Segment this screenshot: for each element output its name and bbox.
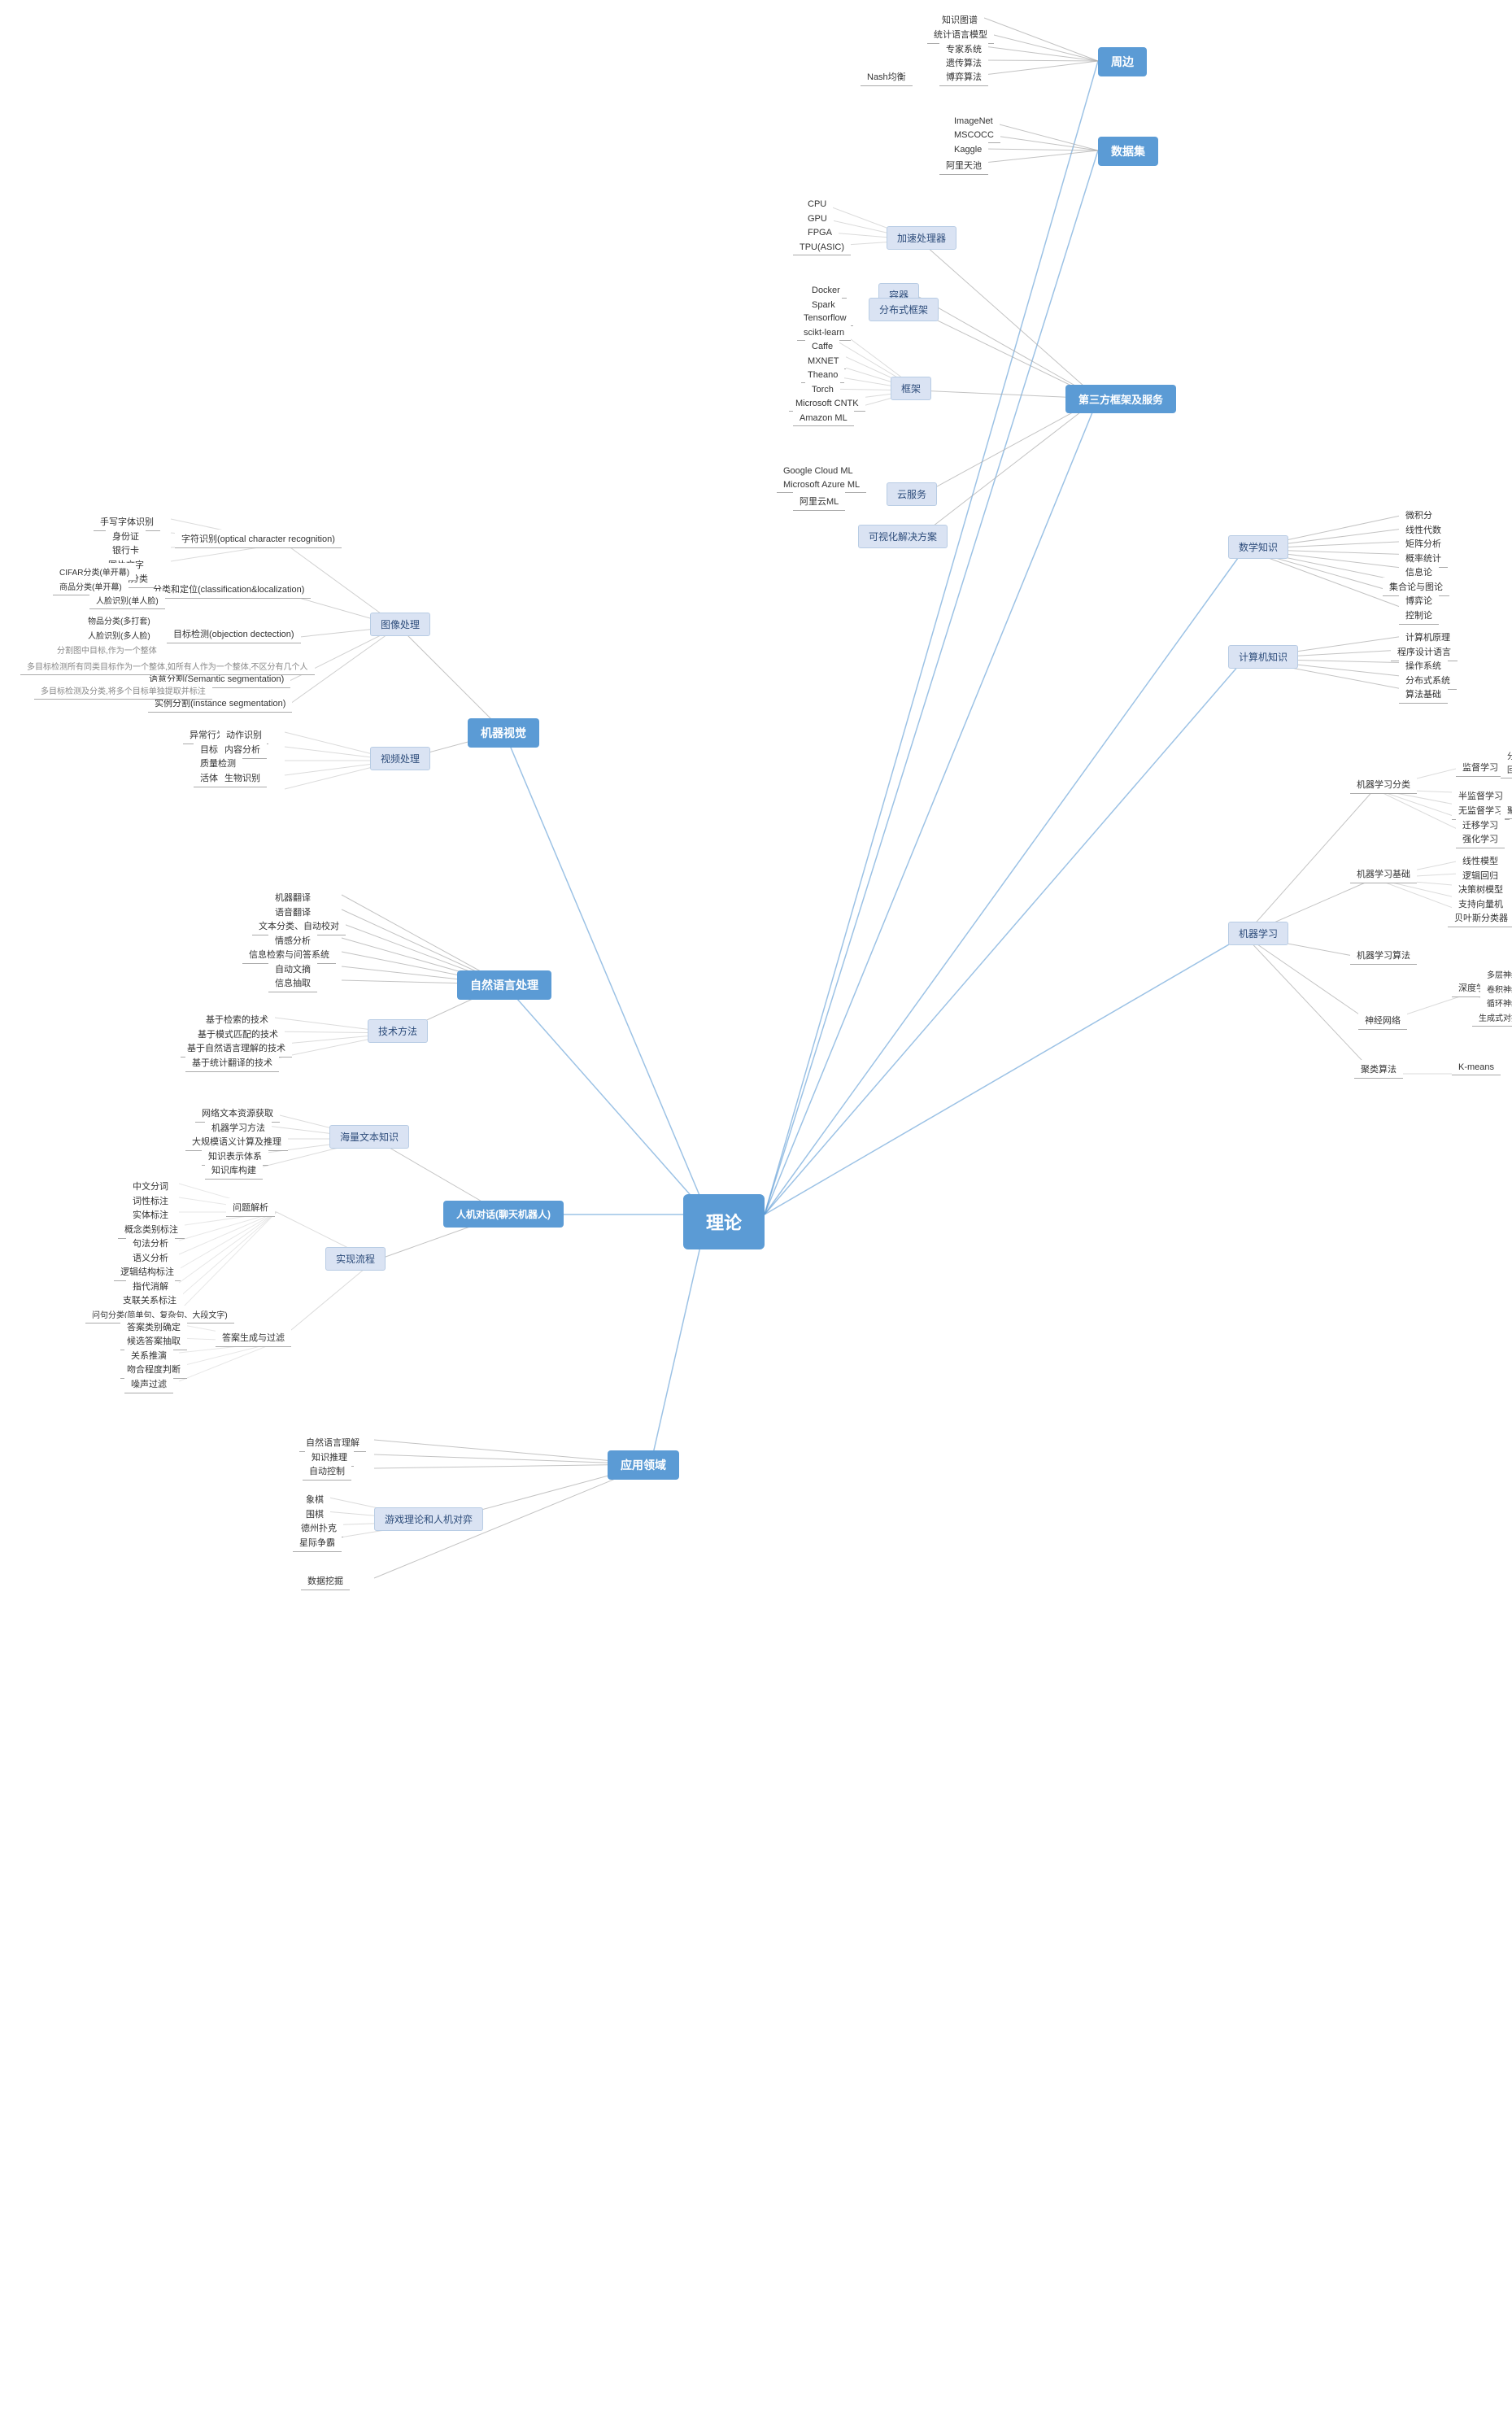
node-xinxi-chouqu: 信息抽取 [268, 974, 317, 992]
node-kongzhi: 控制论 [1399, 606, 1439, 625]
node-fenlei-dingwei: 分类和定位(classification&localization) [146, 580, 311, 599]
node-xingji: 星际争霸 [293, 1533, 342, 1552]
node-shixian-liucheng: 实现流程 [325, 1247, 386, 1271]
node-jisuanji: 计算机知识 [1228, 645, 1298, 669]
node-shili-note: 多目标检测及分类,将多个目标单独提取并标注 [34, 682, 212, 700]
node-tpu: TPU(ASIC) [793, 240, 851, 255]
node-docker: Docker [805, 283, 847, 299]
mindmap-container: 理论 周边 数据集 第三方框架及服务 数学知识 计算机知识 机器学习 知识图谱 … [0, 0, 1512, 2429]
node-jiqi-suanfa: 机器学习算法 [1350, 946, 1417, 965]
node-shujuji: 数据集 [1098, 137, 1158, 166]
node-naiveBayes: 贝叶斯分类器 [1448, 909, 1512, 927]
node-theano: Theano [801, 368, 844, 383]
node-shuju-wajue: 数据挖掘 [301, 1572, 350, 1590]
node-caffe: Caffe [805, 339, 839, 355]
node-qianghua: 强化学习 [1456, 830, 1505, 848]
node-jiqixuexi: 机器学习 [1228, 922, 1288, 945]
node-tensorflow: Tensorflow [797, 311, 853, 326]
node-duomubiao-note: 多目标检测所有同类目标作为一个整体,如所有人作为一个整体,不区分有几个人 [20, 657, 315, 675]
node-gan: 生成式对抗网络(GAN) [1472, 1009, 1512, 1027]
node-renjiduihua: 人机对话(聊天机器人) [443, 1201, 564, 1228]
node-daan-shengcheng: 答案生成与过滤 [216, 1328, 291, 1347]
center-label: 理论 [706, 1209, 742, 1235]
node-fpga: FPGA [801, 225, 839, 241]
node-jiqi-fenlei-group: 机器学习分类 [1350, 775, 1417, 794]
node-shengwu: 生物识别 [218, 769, 267, 787]
node-yunfuwu: 云服务 [887, 482, 937, 506]
node-nash: Nash均衡 [861, 68, 913, 86]
node-suanfaji: 算法基础 [1399, 685, 1448, 704]
node-jiasu: 加速处理器 [887, 226, 956, 250]
node-wenti-jiexi: 问题解析 [226, 1198, 275, 1217]
node-kmeans: K-means [1452, 1060, 1501, 1075]
node-zifu: 字符识别(optical character recognition) [175, 530, 342, 548]
node-jishu-fangfa: 技术方法 [368, 1019, 428, 1043]
node-zaosheng: 噪声过滤 [124, 1375, 173, 1393]
node-shipin-chuli: 视频处理 [370, 747, 430, 770]
node-cntk: Microsoft CNTK [789, 396, 865, 412]
node-zhishi-gou: 知识库构建 [205, 1161, 263, 1180]
node-jiqi-jichu: 机器学习基础 [1350, 865, 1417, 883]
node-fenhe-note: 分割图中目标,作为一个整体 [50, 641, 163, 659]
node-ziranyuyan: 自然语言处理 [457, 970, 551, 1000]
node-youxi-lilun: 游戏理论和人机对弈 [374, 1507, 483, 1531]
node-julei-suanfa: 聚类算法 [1354, 1060, 1403, 1079]
node-renlian-dan: 人脸识别(单人脸) [89, 591, 165, 609]
node-mscocc: MSCOCC [948, 128, 1000, 143]
node-azureml: Microsoft Azure ML [777, 478, 866, 493]
node-boyi: 博弈算法 [939, 68, 988, 86]
node-hailiang: 海量文本知识 [329, 1125, 409, 1149]
node-jiandu: 监督学习 [1456, 758, 1505, 777]
node-yingyong: 应用领域 [608, 1450, 679, 1480]
node-disanzhi: 第三方框架及服务 [1065, 385, 1176, 413]
node-visualization: 可视化解决方案 [858, 525, 948, 548]
node-kuangjia: 框架 [891, 377, 931, 400]
node-jiqishijue: 机器视觉 [468, 718, 539, 748]
node-zhoubian: 周边 [1098, 47, 1147, 76]
node-aliyunml: 阿里云ML [793, 492, 845, 511]
node-jiyu-tongji: 基于统计翻译的技术 [185, 1053, 279, 1072]
node-zidong-kongzhi: 自动控制 [303, 1462, 351, 1481]
node-spark-distribute: 分布式框架 [869, 298, 939, 321]
node-shenjing-wang: 神经网络 [1358, 1011, 1407, 1030]
node-aliyun: 阿里天池 [939, 156, 988, 175]
node-shuxue: 数学知识 [1228, 535, 1288, 559]
node-mubiao-jiance: 目标检测(objection dectection) [167, 625, 301, 643]
node-huigui-task: 回归任务 [1501, 761, 1512, 778]
node-amazonml: Amazon ML [793, 411, 854, 426]
center-node: 理论 [683, 1194, 765, 1249]
node-cpu: CPU [801, 197, 833, 212]
node-tupian-chuli: 图像处理 [370, 613, 430, 636]
